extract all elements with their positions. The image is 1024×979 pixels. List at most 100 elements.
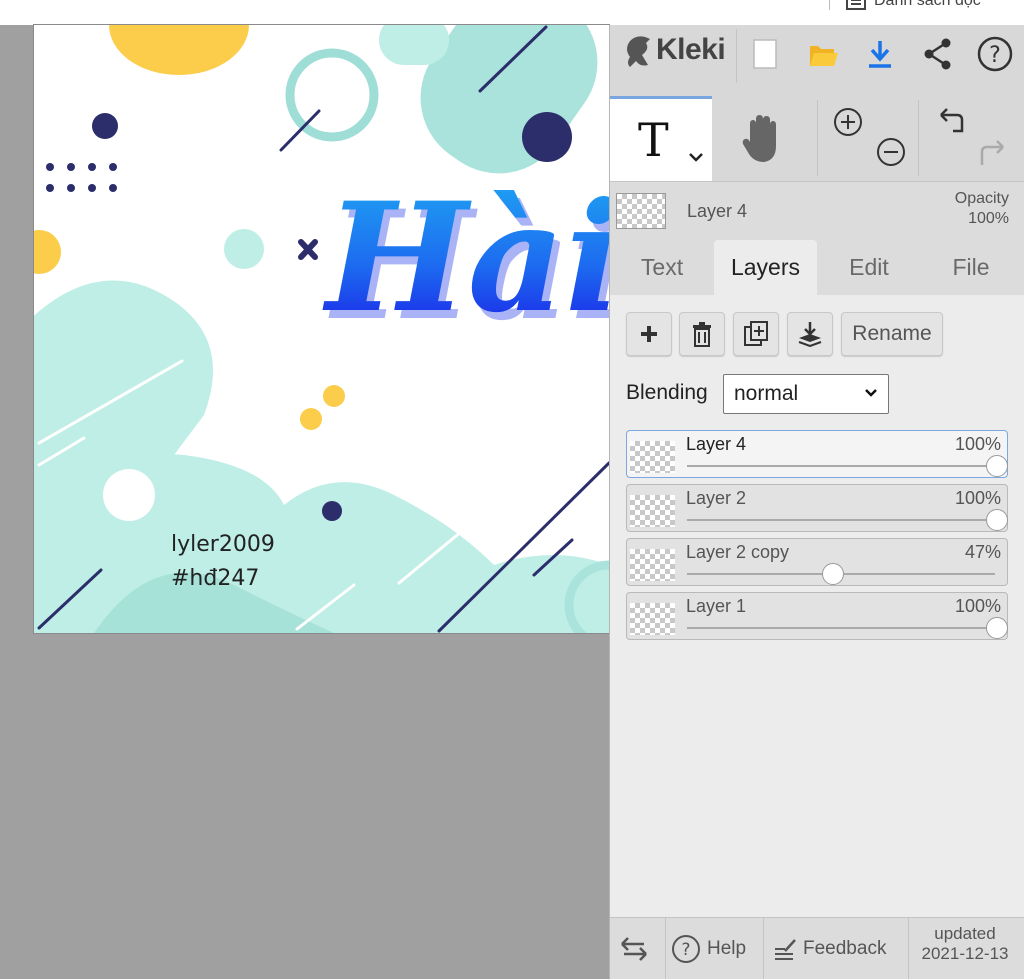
undo-icon <box>940 108 964 133</box>
layer-name: Layer 4 <box>686 434 747 454</box>
layer-opacity-value: 100% <box>954 434 1001 454</box>
panel-footer: ? Help Feedback updated 2021-12-13 <box>610 917 1024 979</box>
trash-icon <box>693 322 711 347</box>
layer-row[interactable]: Layer 2 copy 47% <box>626 538 1008 586</box>
navy-dot <box>322 501 342 521</box>
white-circle <box>103 469 155 521</box>
redo-icon <box>980 140 1004 165</box>
new-image-button[interactable] <box>742 33 788 75</box>
rename-layer-button[interactable]: Rename <box>841 312 943 356</box>
swap-arrows-icon <box>621 936 647 961</box>
cross-mark <box>298 239 318 260</box>
opacity-label: Opacity <box>954 190 1009 207</box>
opacity-slider-track[interactable] <box>687 465 995 467</box>
canvas-artwork: Hài Hài <box>34 25 609 633</box>
credit-line: #hđ247 <box>171 566 260 591</box>
drawing-canvas[interactable]: Hài Hài lyler2009 #hđ247 <box>34 25 609 633</box>
opacity-slider-knob[interactable] <box>986 617 1008 639</box>
chevron-down-icon[interactable] <box>688 151 704 163</box>
feedback-button[interactable]: Feedback <box>773 918 886 979</box>
help-icon: ? <box>977 36 1013 72</box>
panel-header: Kleki ? <box>610 25 1024 97</box>
current-layer-info: Layer 4 Opacity 100% <box>610 182 1024 240</box>
opacity-value: 100% <box>968 210 1009 227</box>
current-layer-name: Layer 4 <box>687 201 748 221</box>
share-icon <box>924 38 951 70</box>
tool-row: T <box>610 96 1024 182</box>
kleki-logo-icon <box>627 36 650 67</box>
blending-value: normal <box>734 382 799 405</box>
text-tool-button[interactable]: T <box>610 96 712 181</box>
reading-list-icon <box>846 0 866 10</box>
app-name: Kleki <box>656 33 726 66</box>
kleki-side-panel: Kleki ? T Layer 4 Opacity 100% Text Laye… <box>609 25 1024 979</box>
layer-row[interactable]: Layer 2 100% <box>626 484 1008 532</box>
layer-name: Layer 2 copy <box>686 542 790 562</box>
panel-tabs: Text Layers Edit File <box>610 240 1024 296</box>
layer-opacity-value: 47% <box>964 542 1001 562</box>
canvas-credit: lyler2009 #hđ247 <box>171 528 275 596</box>
plus-icon <box>641 326 657 342</box>
reading-list-button[interactable]: Danh sách đọc <box>846 0 981 10</box>
kleki-logo[interactable]: Kleki <box>624 33 726 67</box>
updated-info: updated 2021-12-13 <box>910 924 1020 964</box>
opacity-slider-knob[interactable] <box>986 509 1008 531</box>
credit-line: lyler2009 <box>171 532 275 557</box>
undo-button[interactable] <box>932 102 972 142</box>
mint-pill <box>379 25 449 65</box>
zoom-in-icon <box>834 108 862 136</box>
layer-row[interactable]: Layer 4 100% <box>626 430 1008 478</box>
divider <box>817 100 818 176</box>
duplicate-layer-button[interactable] <box>733 312 779 356</box>
layers-tab-content: Rename Blending normal Layer 4 100% Laye… <box>610 295 1024 917</box>
divider <box>763 918 764 979</box>
open-file-button[interactable] <box>800 33 846 75</box>
merge-down-icon <box>798 322 822 347</box>
opacity-slider-track[interactable] <box>687 627 995 629</box>
tab-edit[interactable]: Edit <box>822 240 916 295</box>
blending-control: Blending normal <box>626 374 926 414</box>
hand-tool-button[interactable] <box>714 100 814 178</box>
delete-layer-button[interactable] <box>679 312 725 356</box>
layer-opacity-value: 100% <box>954 596 1001 616</box>
opacity-slider-knob[interactable] <box>821 563 844 585</box>
yellow-circle <box>109 25 249 75</box>
layer-row[interactable]: Layer 1 100% <box>626 592 1008 640</box>
mint-circle <box>224 229 264 269</box>
blending-select[interactable]: normal <box>723 374 889 414</box>
navy-dot <box>522 112 572 162</box>
feedback-label: Feedback <box>803 937 887 959</box>
tab-layers[interactable]: Layers <box>714 240 817 295</box>
share-button[interactable] <box>915 33 961 75</box>
help-footer-button[interactable]: ? Help <box>671 918 746 979</box>
redo-button[interactable] <box>972 134 1012 174</box>
blending-label: Blending <box>626 381 708 404</box>
navy-dot <box>92 113 118 139</box>
svg-text:?: ? <box>681 940 690 960</box>
opacity-slider-track[interactable] <box>687 519 995 521</box>
divider <box>665 918 666 979</box>
help-button[interactable]: ? <box>972 33 1018 75</box>
zoom-in-button[interactable] <box>828 102 868 142</box>
zoom-out-icon <box>877 138 905 166</box>
divider <box>736 29 737 83</box>
layer-thumbnail <box>630 495 675 527</box>
merge-down-button[interactable] <box>787 312 833 356</box>
zoom-out-button[interactable] <box>871 132 911 172</box>
new-image-icon <box>753 39 777 69</box>
mint-ring <box>285 48 379 142</box>
swap-side-button[interactable] <box>620 918 648 979</box>
opacity-slider-knob[interactable] <box>986 455 1008 477</box>
tab-file[interactable]: File <box>924 240 1018 295</box>
current-layer-opacity: Opacity 100% <box>955 189 1009 229</box>
dot-grid <box>46 163 117 192</box>
help-icon: ? <box>672 934 700 963</box>
layer-name: Layer 1 <box>686 596 747 616</box>
layer-thumbnail <box>630 441 675 473</box>
download-button[interactable] <box>857 33 903 75</box>
add-layer-button[interactable] <box>626 312 672 356</box>
canvas-title-text: Hài <box>322 170 609 346</box>
tab-text[interactable]: Text <box>618 240 706 295</box>
divider <box>908 918 909 979</box>
text-tool-icon: T <box>638 113 669 167</box>
